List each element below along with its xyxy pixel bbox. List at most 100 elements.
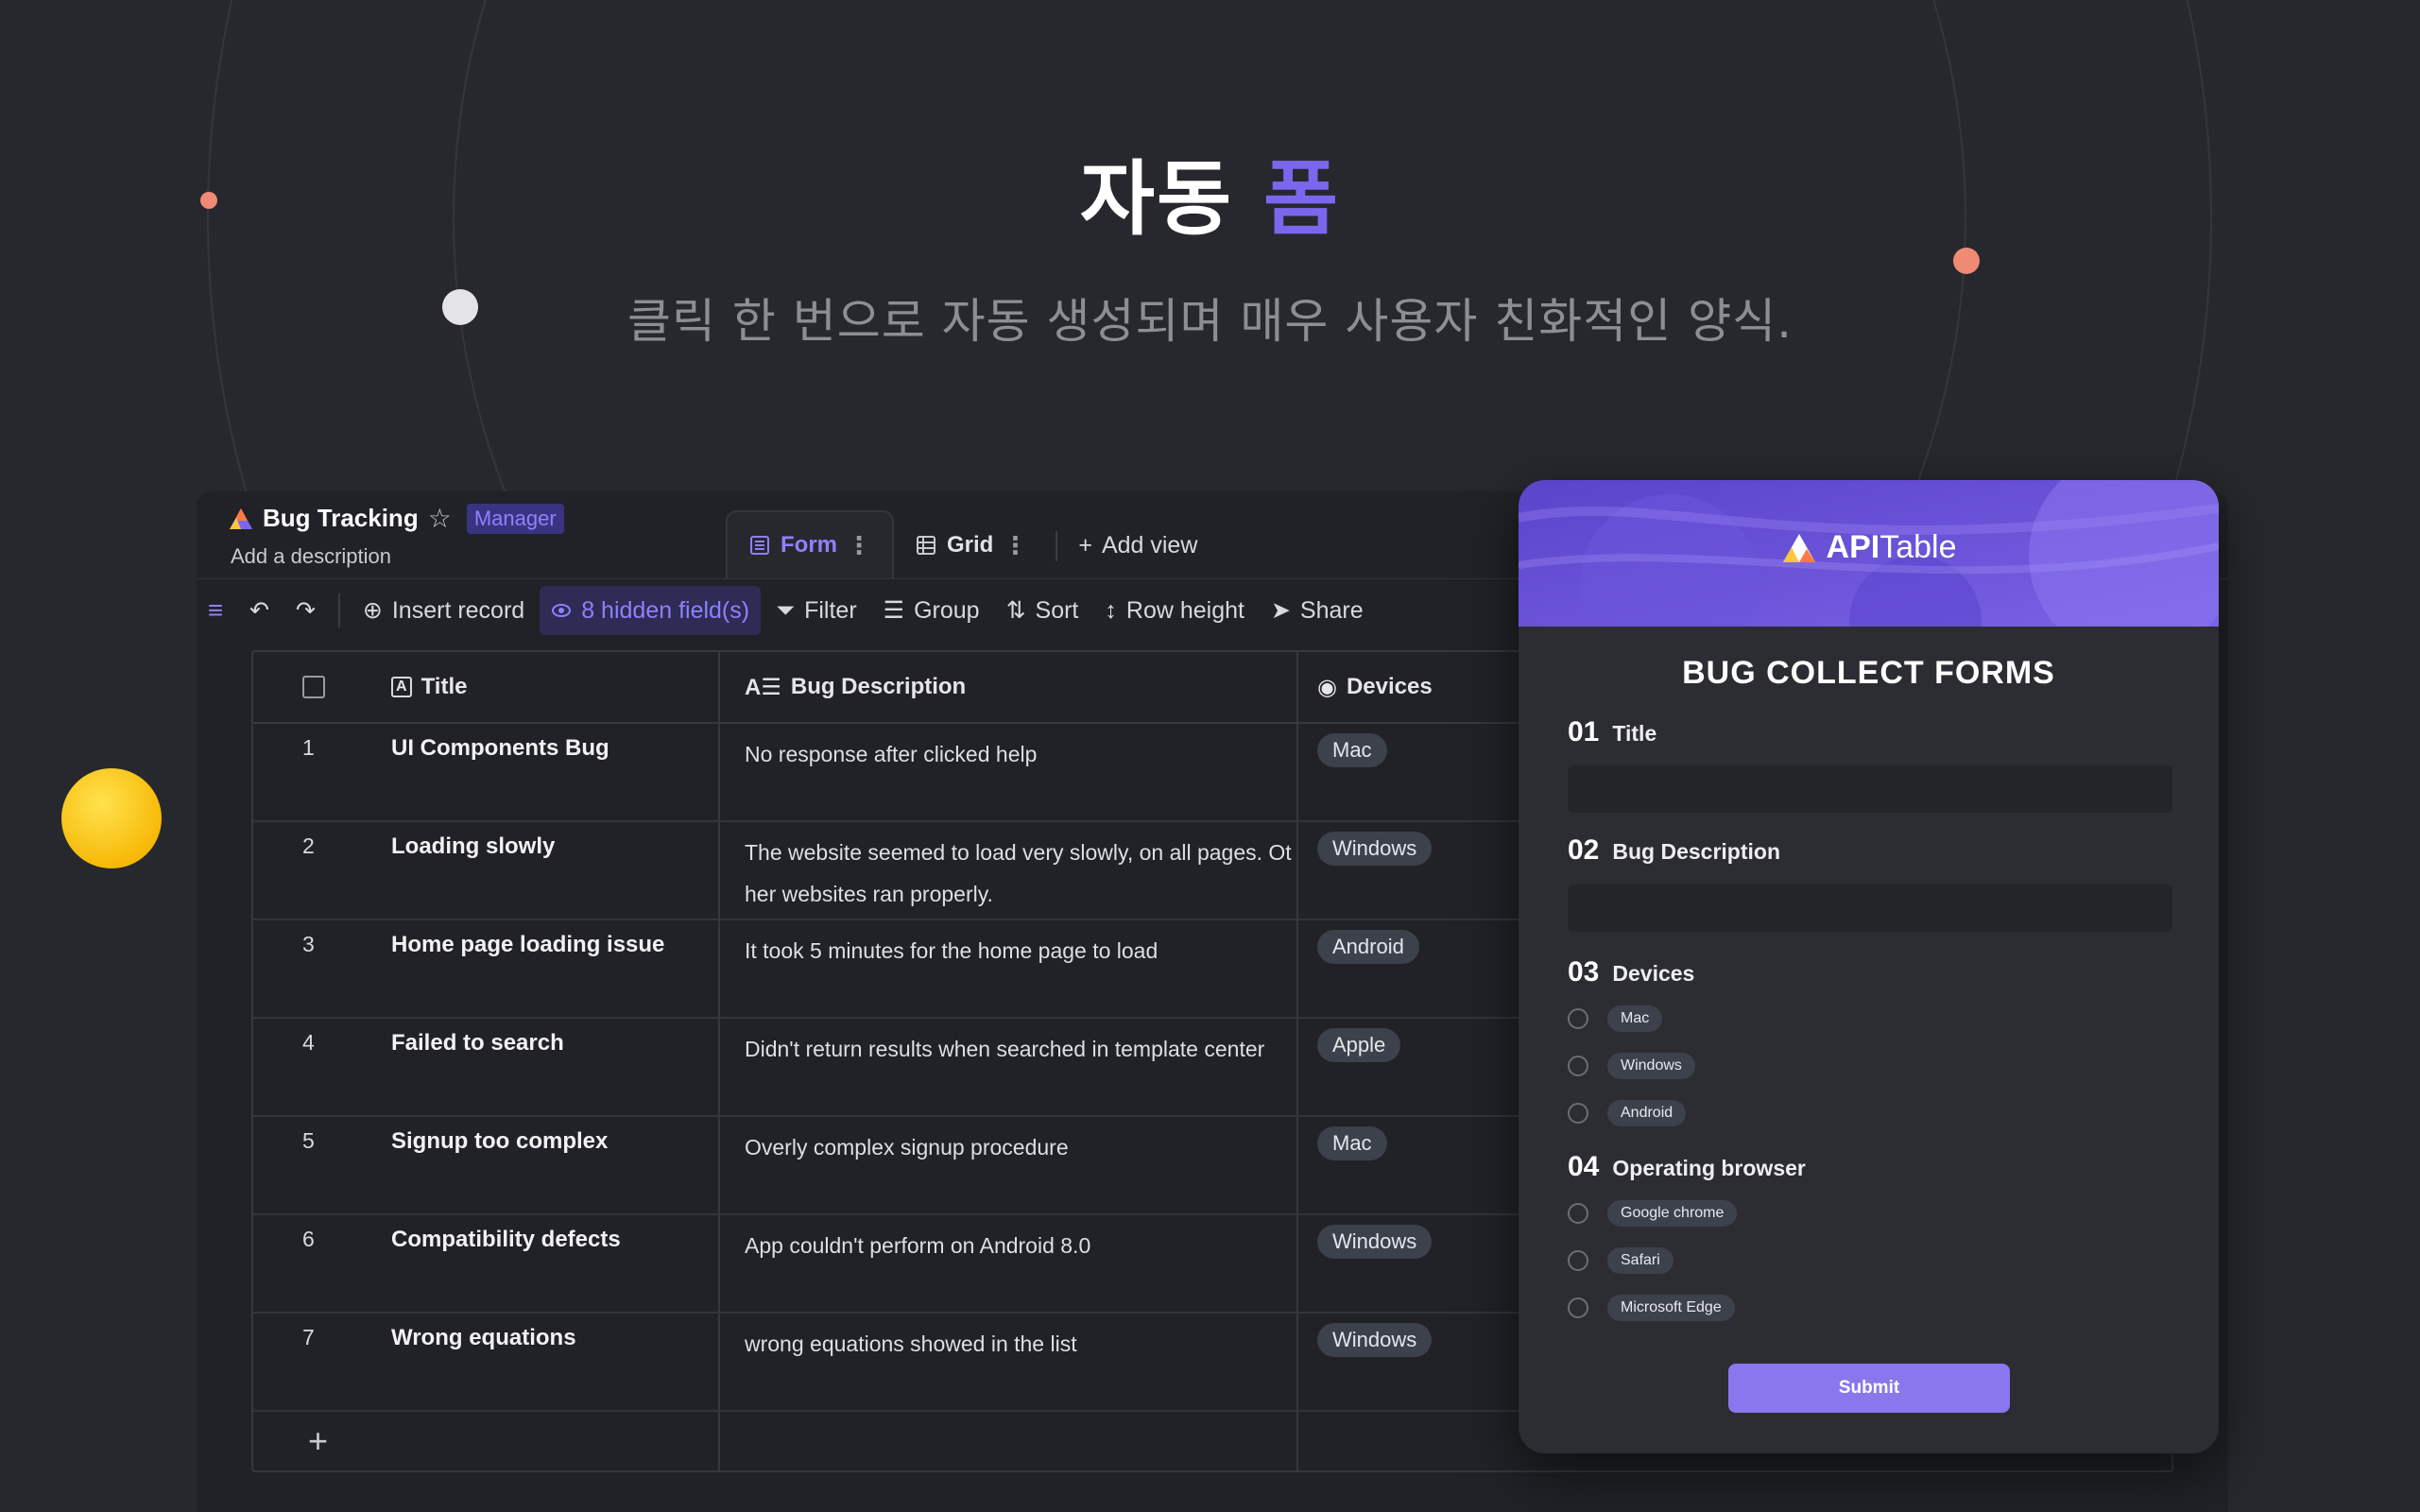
radio-button[interactable] (1568, 1056, 1588, 1076)
group-icon: ☰ (883, 597, 905, 624)
cell-description[interactable]: App couldn't perform on Android 8.0 (745, 1225, 1293, 1266)
apitable-logo-icon (1782, 533, 1815, 562)
column-header-devices[interactable]: ◉ Devices (1317, 652, 1433, 722)
cell-description[interactable]: wrong equations showed in the list (745, 1323, 1293, 1365)
cell-description[interactable]: Overly complex signup procedure (745, 1126, 1293, 1168)
cell-title[interactable]: Signup too complex (391, 1128, 608, 1155)
cell-title[interactable]: Home page loading issue (391, 932, 664, 958)
device-tag[interactable]: Mac (1317, 1126, 1387, 1160)
cell-description[interactable]: Didn't return results when searched in t… (745, 1028, 1293, 1070)
row-height-button[interactable]: ↕ Row height (1093, 586, 1256, 635)
question-bug-description: 02 Bug Description (1568, 834, 1780, 867)
option-label: Android (1607, 1100, 1687, 1126)
row-number: 4 (302, 1030, 315, 1055)
hero-subtitle: 클릭 한 번으로 자동 생성되며 매우 사용자 친화적인 양식. (626, 294, 1794, 349)
text-field-icon: A (391, 677, 412, 697)
device-tag[interactable]: Windows (1317, 1225, 1433, 1259)
row-number: 6 (302, 1227, 315, 1251)
long-text-icon: A☰ (745, 674, 781, 700)
option-windows[interactable]: Windows (1568, 1053, 1695, 1079)
insert-record-button[interactable]: ⊕ Insert record (352, 586, 536, 635)
hidden-fields-button[interactable]: 8 hidden field(s) (540, 586, 762, 635)
device-tag[interactable]: Mac (1317, 733, 1387, 767)
select-all-checkbox[interactable] (302, 652, 325, 722)
tab-grid[interactable]: Grid ⋮ (894, 512, 1048, 578)
star-icon[interactable]: ☆ (428, 503, 452, 534)
form-icon (750, 536, 769, 555)
tab-grid-label: Grid (947, 532, 994, 558)
cell-title[interactable]: Compatibility defects (391, 1227, 621, 1253)
column-desc-label: Bug Description (790, 674, 967, 699)
share-button[interactable]: ➤ Share (1260, 586, 1375, 635)
more-icon[interactable]: ⋮ (847, 531, 871, 560)
device-tag[interactable]: Apple (1317, 1028, 1401, 1062)
device-tag[interactable]: Windows (1317, 1323, 1433, 1357)
add-view-label: Add view (1101, 531, 1198, 558)
datasheet-name[interactable]: Bug Tracking (263, 504, 419, 533)
more-icon[interactable]: ⋮ (1003, 531, 1027, 560)
row-number: 1 (302, 735, 315, 760)
cell-title[interactable]: Failed to search (391, 1030, 564, 1057)
cell-title[interactable]: Loading slowly (391, 833, 555, 860)
cell-title[interactable]: Wrong equations (391, 1325, 576, 1351)
column-header-bug-description[interactable]: A☰ Bug Description (745, 652, 966, 722)
cell-description[interactable]: The website seemed to load very slowly, … (745, 832, 1293, 915)
cell-description[interactable]: It took 5 minutes for the home page to l… (745, 930, 1293, 971)
undo-icon: ↶ (249, 597, 269, 624)
brand-table: Table (1879, 529, 1957, 565)
radio-button[interactable] (1568, 1250, 1588, 1271)
select-field-icon: ◉ (1317, 674, 1337, 700)
option-safari[interactable]: Safari (1568, 1247, 1673, 1274)
undo-button[interactable]: ↶ (238, 586, 281, 635)
group-label: Group (914, 596, 980, 624)
apitable-logo-icon (230, 507, 252, 529)
add-view-button[interactable]: + Add view (1065, 512, 1210, 578)
option-mac[interactable]: Mac (1568, 1005, 1663, 1032)
row-number: 7 (302, 1325, 315, 1349)
sidebar-toggle-icon[interactable]: ≡ (197, 579, 234, 642)
device-tag[interactable]: Android (1317, 930, 1419, 964)
tab-divider (1056, 531, 1058, 561)
column-title-label: Title (420, 674, 468, 699)
redo-button[interactable]: ↷ (284, 586, 327, 635)
description-link[interactable]: Add a description (231, 544, 391, 569)
tab-form-label: Form (781, 532, 837, 558)
filter-button[interactable]: ⏷ Filter (764, 586, 868, 635)
question-label: Operating browser (1612, 1156, 1806, 1180)
option-microsoft-edge[interactable]: Microsoft Edge (1568, 1295, 1735, 1321)
hero-title: 자동 폼 (0, 132, 2420, 250)
device-tag[interactable]: Windows (1317, 832, 1433, 866)
column-header-title[interactable]: A Title (391, 652, 467, 722)
option-android[interactable]: Android (1568, 1100, 1687, 1126)
filter-icon: ⏷ (776, 596, 796, 624)
sort-icon: ⇅ (1005, 597, 1026, 624)
row-height-label: Row height (1125, 596, 1244, 624)
group-button[interactable]: ☰ Group (872, 586, 991, 635)
checkbox-icon (302, 676, 325, 698)
question-label: Devices (1612, 961, 1695, 986)
insert-record-label: Insert record (391, 596, 525, 624)
radio-button[interactable] (1568, 1297, 1588, 1318)
tab-form[interactable]: Form ⋮ (726, 510, 894, 578)
bug-description-input[interactable] (1568, 885, 2172, 932)
question-label: Title (1612, 721, 1657, 746)
yellow-sphere (61, 768, 162, 868)
datasheet-title: Bug Tracking ☆ Manager (229, 503, 564, 534)
radio-button[interactable] (1568, 1203, 1588, 1224)
sort-button[interactable]: ⇅ Sort (995, 586, 1090, 635)
question-title: 01 Title (1568, 716, 1656, 748)
option-google-chrome[interactable]: Google chrome (1568, 1200, 1738, 1227)
row-number: 5 (302, 1128, 315, 1153)
row-height-icon: ↕ (1105, 596, 1117, 624)
radio-button[interactable] (1568, 1008, 1588, 1029)
filter-label: Filter (804, 596, 857, 624)
redo-icon: ↷ (295, 597, 316, 624)
toolbar-divider (337, 593, 340, 627)
radio-button[interactable] (1568, 1103, 1588, 1124)
title-input[interactable] (1568, 765, 2172, 813)
cell-description[interactable]: No response after clicked help (745, 733, 1293, 775)
submit-button[interactable]: Submit (1728, 1364, 2010, 1413)
bug-collect-form: APITable BUG COLLECT FORMS 01 Title 02 B… (1519, 480, 2219, 1453)
hero-title-accent: 폼 (1263, 152, 1341, 247)
cell-title[interactable]: UI Components Bug (391, 735, 609, 762)
